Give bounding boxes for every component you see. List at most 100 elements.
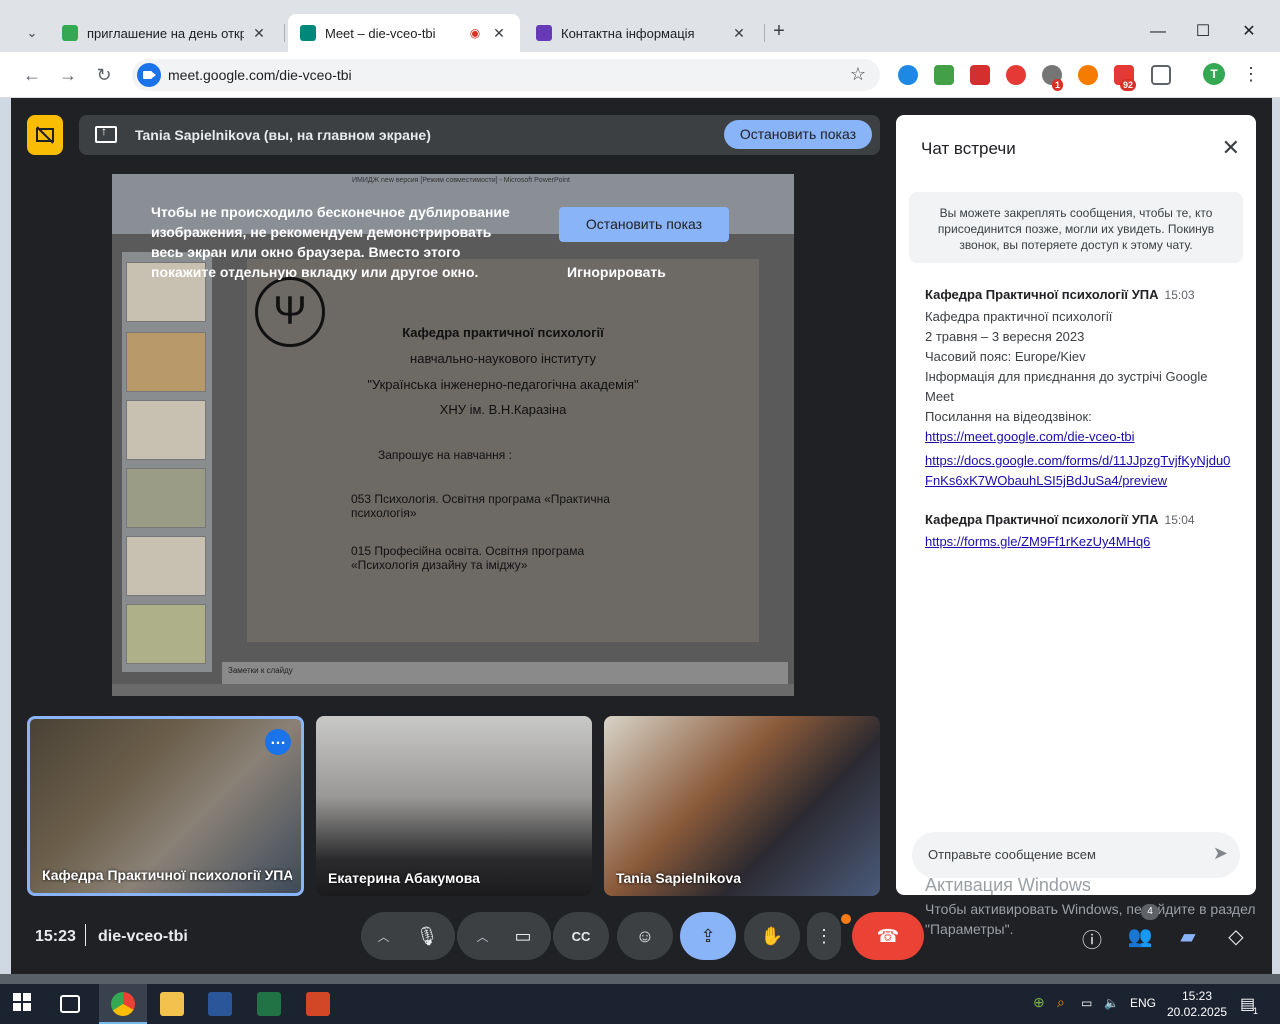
address-bar[interactable]: meet.google.com/die-vceo-tbi ☆ — [132, 59, 880, 91]
powerpoint-icon[interactable] — [306, 992, 330, 1016]
excel-icon[interactable] — [257, 992, 281, 1016]
present-button[interactable]: ⇪ — [680, 912, 736, 960]
taskbar-date: 20.02.2025 — [1167, 1005, 1228, 1019]
network-icon[interactable]: ▭ — [1081, 996, 1092, 1010]
forward-button[interactable]: → — [56, 63, 80, 87]
slide-text: ХНУ ім. В.Н.Каразіна — [439, 402, 567, 417]
participant-tile[interactable]: Tania Sapielnikova — [604, 716, 880, 896]
leave-call-button[interactable]: ☎ — [852, 912, 924, 960]
message-link[interactable]: https://docs.google.com/forms/d/11JJpzgT… — [925, 451, 1235, 491]
browser-menu-icon[interactable]: ⋮ — [1242, 64, 1260, 85]
raise-hand-button[interactable]: ✋ — [744, 912, 800, 960]
reload-button[interactable]: ↻ — [92, 63, 116, 87]
extension-adblock-icon[interactable] — [1006, 65, 1026, 85]
browser-toolbar: ← → ↻ meet.google.com/die-vceo-tbi ☆ 1 9… — [0, 52, 1280, 98]
back-button[interactable]: ← — [20, 63, 44, 87]
warning-stop-button[interactable]: Остановить показ — [559, 207, 729, 242]
presenting-label: Tania Sapielnikova (вы, на главном экран… — [135, 127, 431, 143]
minimize-button[interactable]: — — [1146, 20, 1170, 44]
participant-name: Кафедра Практичної психології УПА — [42, 867, 292, 883]
slide-text: 015 Професійна освіта. Освітня програма … — [351, 544, 585, 572]
message-text: Посилання на відеодзвінок: — [925, 409, 1092, 424]
close-icon[interactable]: ✕ — [250, 25, 268, 42]
more-options-button[interactable]: ⋮ — [807, 912, 841, 960]
captions-icon: CC — [571, 928, 591, 944]
chrome-icon[interactable] — [111, 992, 135, 1016]
chevron-up-icon[interactable]: ︿ — [476, 928, 488, 945]
windows-activation-title: Активация Windows — [925, 875, 1091, 895]
presenting-banner: Tania Sapielnikova (вы, на главном экран… — [79, 115, 880, 155]
bookmark-star-icon[interactable]: ☆ — [850, 64, 866, 85]
meet-icon — [300, 25, 316, 41]
send-icon[interactable]: ➤ — [1213, 843, 1228, 864]
powerpoint-status-bar — [112, 684, 794, 696]
message-text: Кафедра практичної психології — [925, 309, 1113, 324]
participant-count-badge: 4 — [1141, 904, 1159, 920]
camera-icon[interactable]: ▭ — [515, 926, 532, 947]
info-icon[interactable]: ⓘ — [1078, 924, 1106, 953]
url-text: meet.google.com/die-vceo-tbi — [168, 67, 352, 83]
tab-search-button[interactable]: ⌄ — [18, 20, 46, 46]
extensions-puzzle-icon[interactable] — [1151, 65, 1171, 85]
warning-ignore-button[interactable]: Игнорировать — [567, 264, 666, 280]
sheets-icon — [62, 25, 78, 41]
word-icon[interactable] — [208, 992, 232, 1016]
slide-text: Запрошує на навчання : — [378, 448, 512, 462]
camera-control[interactable]: ︿ ▭ — [457, 912, 551, 960]
tab-invitation[interactable]: приглашение на день открітіх ✕ — [50, 14, 280, 52]
file-explorer-icon[interactable] — [160, 992, 184, 1016]
tray-app-icon[interactable]: ⊕ — [1033, 994, 1045, 1011]
message-link[interactable]: https://forms.gle/ZM9Ff1rKezUy4MHq6 — [925, 532, 1235, 552]
tray-search-icon[interactable]: ⌕ — [1057, 994, 1065, 1011]
emoji-icon: ☺ — [635, 925, 655, 946]
extension-home-icon[interactable] — [934, 65, 954, 85]
powerpoint-title: ИМИДЖ new версия [Режим совместимости] -… — [352, 177, 570, 184]
close-icon[interactable]: ✕ — [730, 25, 748, 42]
volume-icon[interactable]: 🔈 — [1104, 996, 1119, 1010]
chat-input[interactable]: Отправьте сообщение всем ➤ — [912, 832, 1240, 878]
message-sender: Кафедра Практичної психології УПА 15:03 — [925, 287, 1195, 302]
taskbar-clock[interactable]: 15:23 20.02.2025 — [1167, 988, 1227, 1020]
participant-tile[interactable]: … Кафедра Практичної психології УПА — [27, 716, 304, 896]
chevron-up-icon[interactable]: ︿ — [378, 928, 390, 945]
message-text: 2 травня – 3 вересня 2023 — [925, 329, 1085, 344]
extension-sound-icon[interactable] — [1078, 65, 1098, 85]
extension-sync-icon[interactable] — [898, 65, 918, 85]
extension-video-icon[interactable] — [970, 65, 990, 85]
reactions-button[interactable]: ☺ — [617, 912, 673, 960]
present-screen-icon — [95, 124, 117, 143]
more-options-icon[interactable]: … — [265, 729, 291, 755]
sender-name: Кафедра Практичної психології УПА — [925, 287, 1159, 302]
tab-title: Контактна інформація — [561, 25, 695, 41]
maximize-button[interactable]: ☐ — [1191, 20, 1215, 44]
windows-start-icon[interactable] — [12, 992, 36, 1016]
language-indicator[interactable]: ENG — [1130, 996, 1156, 1010]
close-icon[interactable]: ✕ — [1222, 135, 1240, 161]
microphone-control[interactable]: ︿ 🎙 — [361, 912, 455, 960]
slide-notes: Заметки к слайду — [222, 662, 788, 684]
people-icon[interactable]: 👥 — [1126, 924, 1154, 949]
microphone-icon[interactable]: 🎙 — [416, 926, 439, 947]
profile-avatar[interactable]: T — [1203, 63, 1225, 85]
duplicate-warning: Чтобы не происходило бесконечное дублиро… — [151, 204, 510, 280]
stop-presenting-button[interactable]: Остановить показ — [723, 120, 872, 149]
notification-dot — [841, 914, 851, 924]
present-screen-icon: ⇪ — [700, 925, 716, 946]
captions-button[interactable]: CC — [553, 912, 609, 960]
task-view-icon[interactable] — [60, 995, 80, 1013]
windows-taskbar: ⊕ ⌕ ▭ 🔈 ENG 15:23 20.02.2025 ▤ 1 — [0, 984, 1280, 1024]
participant-tile[interactable]: Екатерина Абакумова — [316, 716, 592, 896]
tab-contacts[interactable]: Контактна інформація ✕ — [524, 14, 760, 52]
tab-meet[interactable]: Meet – die-vceo-tbi ◉ ✕ — [288, 14, 520, 52]
site-info-icon[interactable] — [137, 63, 161, 87]
message-link[interactable]: https://meet.google.com/die-vceo-tbi — [925, 427, 1235, 447]
presentation-layout-icon[interactable] — [27, 115, 63, 155]
window-close-button[interactable]: ✕ — [1237, 20, 1261, 44]
chat-icon[interactable]: ▰ — [1174, 924, 1202, 949]
close-icon[interactable]: ✕ — [490, 25, 508, 42]
activities-icon[interactable]: ◇ — [1222, 924, 1250, 949]
desktop-edge — [1272, 98, 1280, 974]
tab-title: Meet – die-vceo-tbi — [325, 25, 436, 41]
recording-icon: ◉ — [469, 26, 481, 40]
new-tab-button[interactable]: + — [768, 20, 790, 44]
